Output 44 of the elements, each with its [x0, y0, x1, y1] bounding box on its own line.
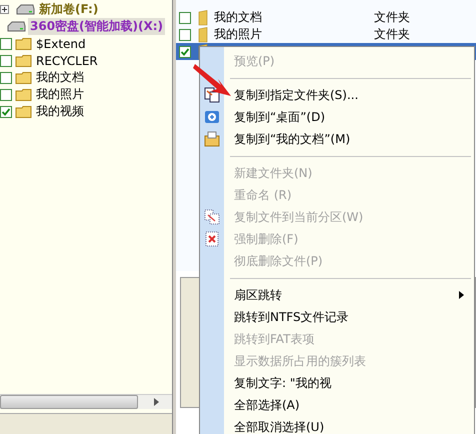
file-name: 我的照片: [214, 26, 263, 43]
arrow-annotation: [193, 62, 233, 98]
checkbox[interactable]: [0, 54, 12, 66]
drive-icon: [6, 20, 26, 32]
folder-name[interactable]: 我的文档: [36, 69, 84, 86]
folder-icon: [15, 54, 33, 68]
menu-item[interactable]: 复制到“桌面”(D): [234, 108, 326, 126]
folder-icon: [15, 104, 33, 118]
folder-icon: [15, 70, 33, 84]
drive-label[interactable]: 360密盘(智能加载)(X:): [28, 18, 166, 35]
checkbox[interactable]: [0, 106, 12, 118]
folder-icon: [15, 88, 33, 102]
checkbox[interactable]: [179, 46, 191, 58]
horizontal-scrollbar[interactable]: [0, 394, 172, 409]
folder-icon: [198, 10, 210, 26]
desktop-icon: [204, 109, 220, 125]
menu-item[interactable]: 全部选择(A): [234, 396, 300, 414]
menu-item[interactable]: 复制文字: "我的视: [234, 374, 332, 392]
folder-name[interactable]: 我的视频: [36, 103, 84, 120]
checkbox[interactable]: [179, 12, 191, 24]
folder-name[interactable]: $Extend: [36, 36, 86, 50]
folder-icon: [15, 36, 33, 50]
folder-name[interactable]: 我的照片: [36, 86, 84, 103]
checkbox[interactable]: [0, 88, 12, 100]
file-type: 文件夹: [374, 26, 410, 43]
copy-file-icon: [204, 209, 220, 225]
menu-item[interactable]: 跳转到NTFS文件记录: [234, 308, 349, 326]
file-type: 文件夹: [374, 9, 410, 26]
documents-icon: [204, 131, 220, 147]
checkbox[interactable]: [0, 72, 12, 84]
menu-item[interactable]: 复制到“我的文档”(M): [234, 130, 350, 148]
drive-icon: [15, 4, 35, 16]
checkbox[interactable]: [179, 28, 191, 40]
drive-label[interactable]: 新加卷(F:): [37, 1, 100, 18]
menu-item[interactable]: 扇区跳转: [234, 286, 282, 304]
submenu-arrow-icon: [459, 291, 464, 299]
folder-name[interactable]: RECYCLER: [36, 54, 98, 68]
delete-icon: [204, 231, 220, 247]
expand-icon[interactable]: [0, 5, 9, 14]
checkbox[interactable]: [0, 38, 12, 50]
folder-icon: [198, 26, 210, 42]
menu-item[interactable]: 复制到指定文件夹(S)...: [234, 86, 358, 104]
menu-item[interactable]: 全部取消选择(U): [234, 418, 324, 434]
file-name: 我的文档: [214, 9, 263, 26]
